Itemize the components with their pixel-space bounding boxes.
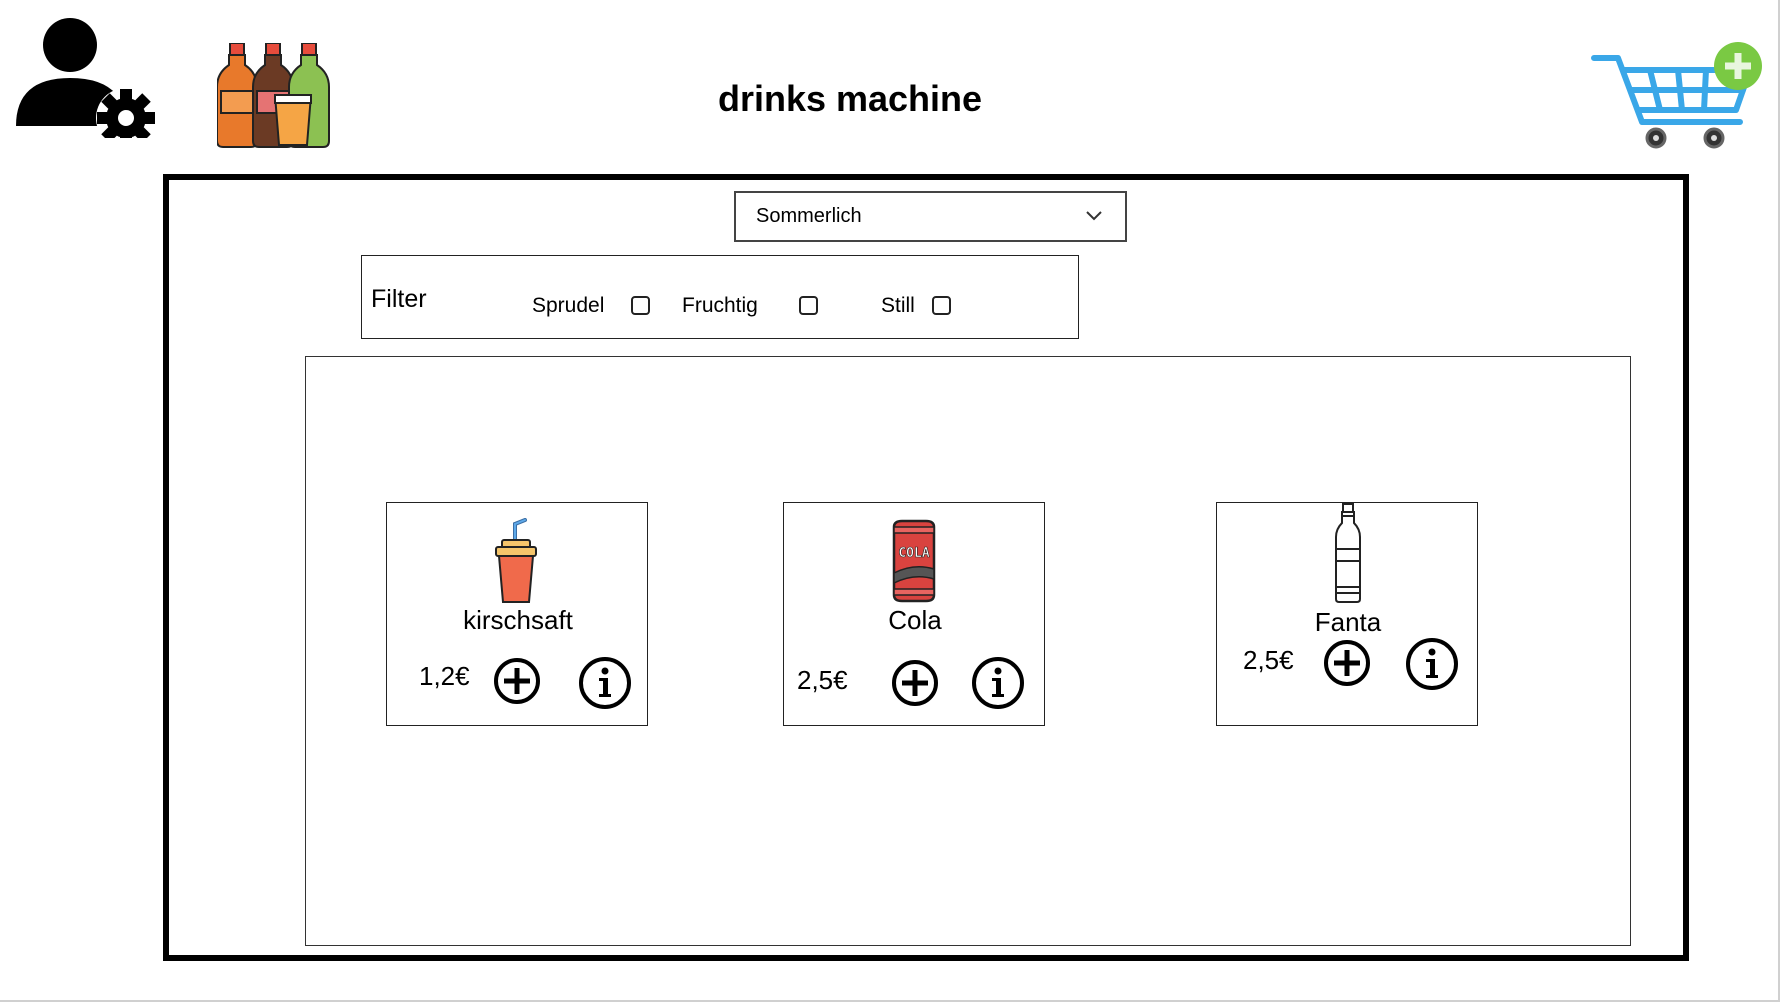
filter-fruchtig-checkbox[interactable]	[799, 296, 818, 315]
info-button[interactable]	[1405, 637, 1459, 691]
product-price: 1,2€	[419, 661, 470, 691]
product-price: 2,5€	[1243, 645, 1294, 675]
filter-still-checkbox[interactable]	[932, 296, 951, 315]
info-button[interactable]	[578, 656, 632, 710]
filter-option-still-label: Still	[881, 294, 915, 317]
add-to-cart-button[interactable]	[891, 659, 939, 707]
chevron-down-icon	[1085, 209, 1103, 221]
cart-add-icon[interactable]	[1590, 40, 1770, 152]
cup-with-straw-icon	[493, 518, 539, 604]
info-icon	[1406, 638, 1458, 690]
product-name: Fanta	[1314, 607, 1382, 637]
user-settings-icon[interactable]	[16, 16, 158, 138]
info-button[interactable]	[971, 656, 1025, 710]
filter-option-fruchtig-label: Fruchtig	[682, 294, 758, 317]
bottle-icon	[1334, 503, 1362, 603]
product-card: Fanta 2,5€	[1216, 502, 1478, 726]
info-icon	[579, 657, 631, 709]
svg-text:COLA: COLA	[898, 546, 929, 561]
soda-bottles-icon	[217, 43, 341, 148]
cola-can-icon: COLA	[888, 519, 940, 603]
season-select-value: Sommerlich	[756, 205, 862, 227]
filter-option-sprudel-label: Sprudel	[532, 294, 605, 317]
product-name: kirschsaft	[463, 605, 573, 635]
season-select[interactable]: Sommerlich	[734, 191, 1127, 242]
product-name: Cola	[888, 605, 942, 635]
product-card: kirschsaft 1,2€	[386, 502, 648, 726]
filter-label: Filter	[371, 285, 427, 313]
info-icon	[972, 657, 1024, 709]
add-to-cart-button[interactable]	[493, 657, 541, 705]
app-title: drinks machine	[717, 78, 983, 119]
filter-sprudel-checkbox[interactable]	[631, 296, 650, 315]
product-price: 2,5€	[797, 665, 848, 695]
product-card: COLA Cola 2,5€	[783, 502, 1045, 726]
add-to-cart-button[interactable]	[1323, 639, 1371, 687]
